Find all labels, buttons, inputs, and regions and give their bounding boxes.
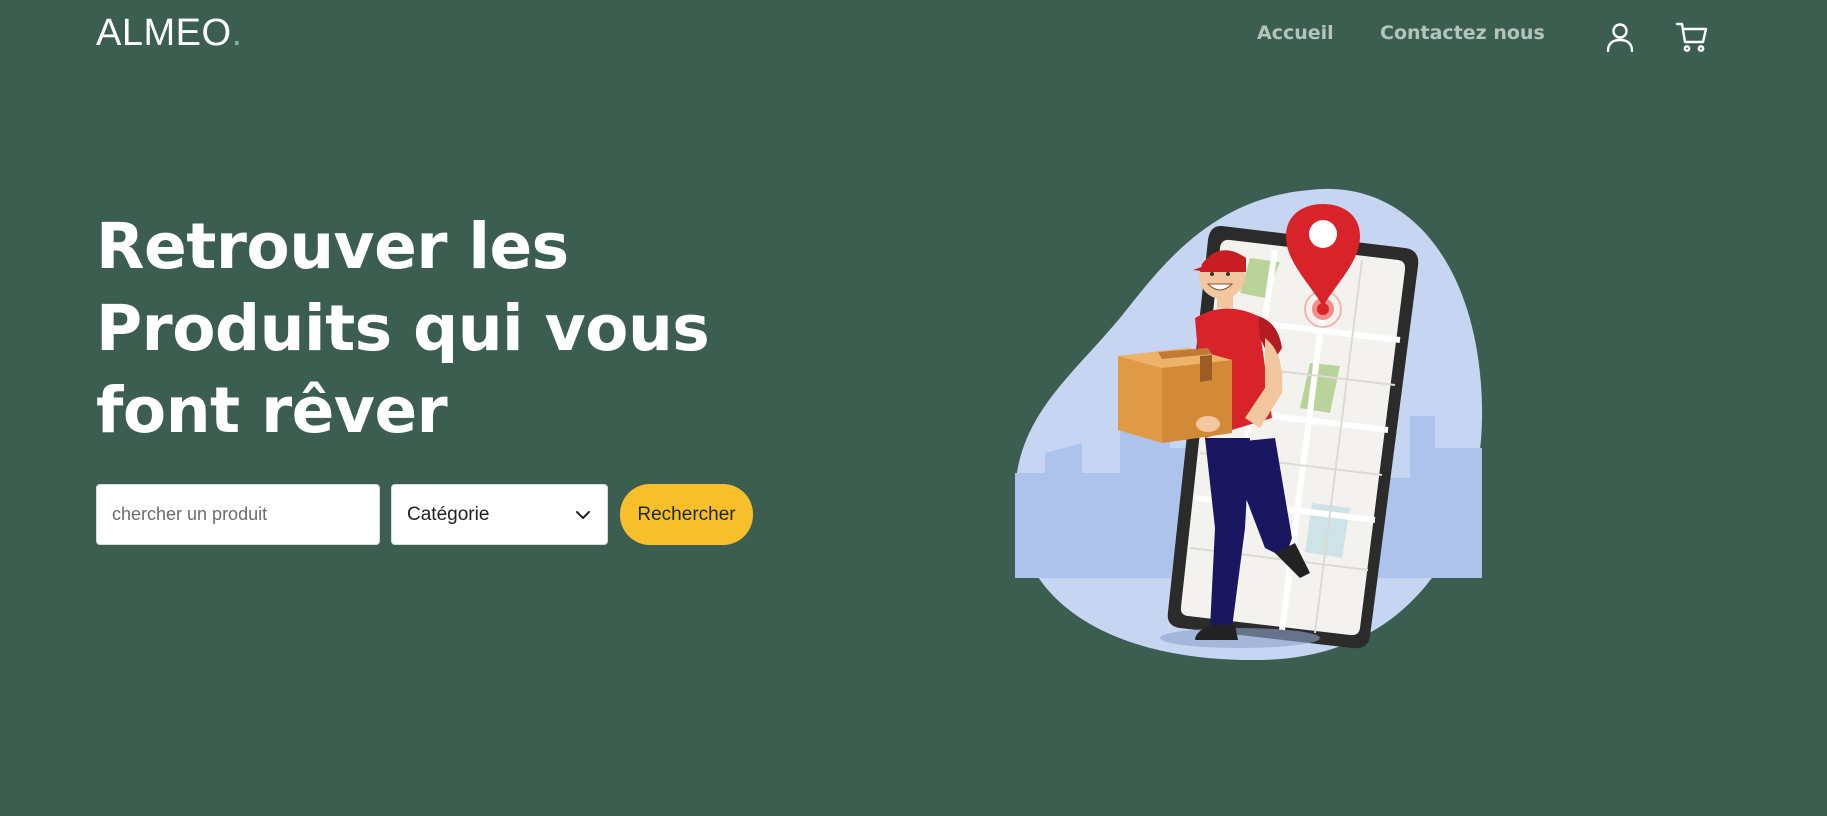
- brand-logo[interactable]: ALMEO.: [96, 12, 243, 55]
- hero-title: Retrouver les Produits qui vous font rêv…: [96, 206, 716, 452]
- user-icon[interactable]: [1603, 20, 1637, 54]
- search-input[interactable]: [96, 484, 380, 545]
- search-button[interactable]: Rechercher: [620, 484, 753, 545]
- brand-dot: .: [231, 12, 243, 54]
- category-select-value: Catégorie: [407, 504, 490, 525]
- nav-link-accueil[interactable]: Accueil: [1257, 22, 1334, 44]
- nav-link-contact[interactable]: Contactez nous: [1380, 22, 1545, 44]
- delivery-illustration: [1010, 188, 1490, 668]
- shopping-cart-icon[interactable]: [1675, 20, 1709, 54]
- hero-title-line: font rêver: [96, 374, 448, 447]
- hero-title-line: Retrouver les: [96, 210, 569, 283]
- brand-name: ALMEO: [96, 12, 232, 54]
- category-select[interactable]: Catégorie: [391, 484, 608, 545]
- top-navbar: ALMEO. Accueil Contactez nous: [0, 0, 1827, 75]
- chevron-down-icon: [575, 507, 591, 523]
- hero-title-line: Produits qui vous: [96, 292, 710, 365]
